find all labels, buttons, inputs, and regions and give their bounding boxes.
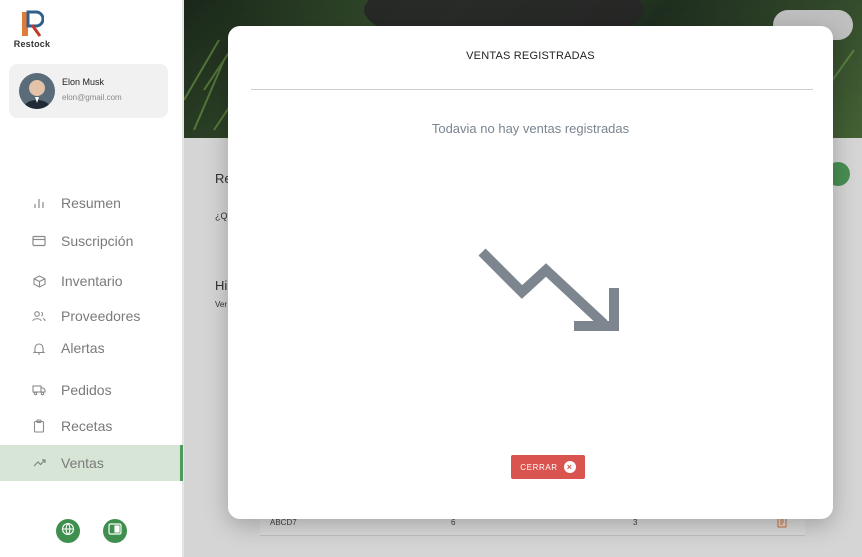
empty-state-message: Todavia no hay ventas registradas	[431, 121, 630, 136]
sidebar-layout-icon	[108, 522, 122, 540]
avatar	[19, 73, 55, 109]
user-profile-card[interactable]: Elon Musk elon@gmail.com	[9, 64, 168, 118]
credit-card-icon	[31, 233, 47, 249]
close-button-label: CERRAR	[520, 462, 558, 472]
divider	[251, 89, 813, 90]
sidebar-item-label: Pedidos	[61, 382, 112, 398]
bell-icon	[31, 340, 47, 356]
sidebar-item-resumen[interactable]: Resumen	[0, 185, 183, 221]
users-icon	[31, 308, 47, 324]
trending-up-icon	[31, 455, 47, 471]
trending-down-icon	[474, 244, 624, 334]
close-button[interactable]: CERRAR ×	[511, 455, 585, 479]
sidebar-item-label: Inventario	[61, 273, 123, 289]
sidebar-item-inventario[interactable]: Inventario	[0, 263, 183, 299]
sidebar-item-pedidos[interactable]: Pedidos	[0, 372, 183, 408]
close-icon: ×	[563, 461, 576, 473]
box-icon	[31, 273, 47, 289]
profile-name: Elon Musk	[62, 77, 105, 87]
sidebar: Restock Elon Musk elon@gmail.com Resumen…	[0, 0, 183, 557]
modal-title: VENTAS REGISTRADAS	[466, 50, 595, 62]
sidebar-item-label: Resumen	[61, 195, 121, 211]
truck-icon	[31, 382, 47, 398]
theme-toggle-button[interactable]	[103, 519, 127, 543]
sidebar-item-label: Ventas	[61, 455, 104, 471]
profile-email: elon@gmail.com	[62, 93, 122, 102]
sidebar-item-suscripcion[interactable]: Suscripción	[0, 223, 183, 259]
sidebar-item-label: Proveedores	[61, 308, 141, 324]
sidebar-item-proveedores[interactable]: Proveedores	[0, 298, 183, 334]
language-button[interactable]	[56, 519, 80, 543]
clipboard-icon	[31, 418, 47, 434]
sidebar-item-recetas[interactable]: Recetas	[0, 408, 183, 444]
sidebar-item-label: Alertas	[61, 340, 105, 356]
globe-icon	[61, 522, 75, 541]
sales-modal: VENTAS REGISTRADAS Todavia no hay ventas…	[228, 26, 833, 519]
sidebar-item-label: Suscripción	[61, 233, 134, 249]
sidebar-item-label: Recetas	[61, 418, 113, 434]
sidebar-item-alertas[interactable]: Alertas	[0, 330, 183, 366]
restock-logo-icon	[20, 10, 45, 38]
app-name: Restock	[13, 39, 51, 49]
sidebar-item-ventas[interactable]: Ventas	[0, 445, 183, 481]
bar-chart-icon	[31, 195, 47, 211]
app-logo[interactable]: Restock	[12, 10, 52, 49]
